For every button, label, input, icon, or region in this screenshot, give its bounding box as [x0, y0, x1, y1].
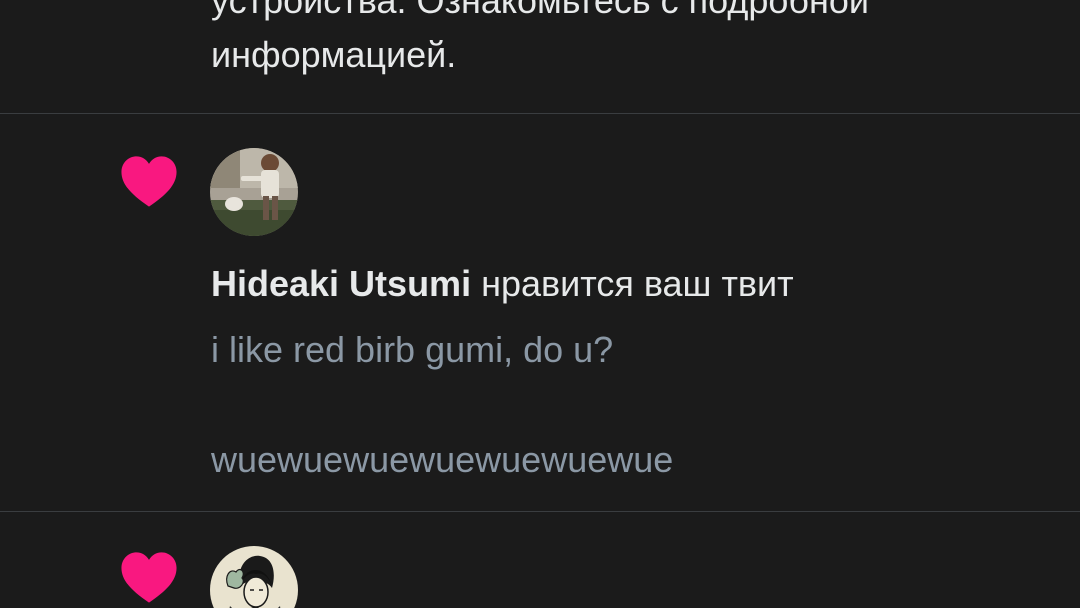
avatar-photo [210, 148, 298, 236]
like-notification[interactable]: Hideaki Utsumi нравится ваш твит i like … [0, 114, 1080, 511]
notification-headline: Hideaki Utsumi нравится ваш твит [211, 262, 794, 306]
notification-action: нравится ваш твит [471, 263, 794, 304]
avatar[interactable] [210, 546, 298, 608]
avatar[interactable] [210, 148, 298, 236]
previous-notification-line-2: информацией. [211, 34, 457, 75]
tweet-line: i like red birb gumi, do u? [211, 329, 614, 370]
tweet-text: i like red birb gumi, do u? wuewuewuewue… [211, 322, 1011, 487]
previous-notification-text: устройства. Ознакомьтесь с подробной инф… [211, 0, 1041, 82]
notifications-feed: устройства. Ознакомьтесь с подробной инф… [0, 0, 1080, 608]
heart-icon [121, 552, 177, 603]
like-notification[interactable] [0, 512, 1080, 608]
avatar-illustration [210, 546, 298, 608]
heart-icon [121, 156, 177, 207]
user-name[interactable]: Hideaki Utsumi [211, 263, 471, 304]
previous-notification-line-1: устройства. Ознакомьтесь с подробной [211, 0, 870, 21]
tweet-line: wuewuewuewuewuewuewue [211, 439, 674, 480]
